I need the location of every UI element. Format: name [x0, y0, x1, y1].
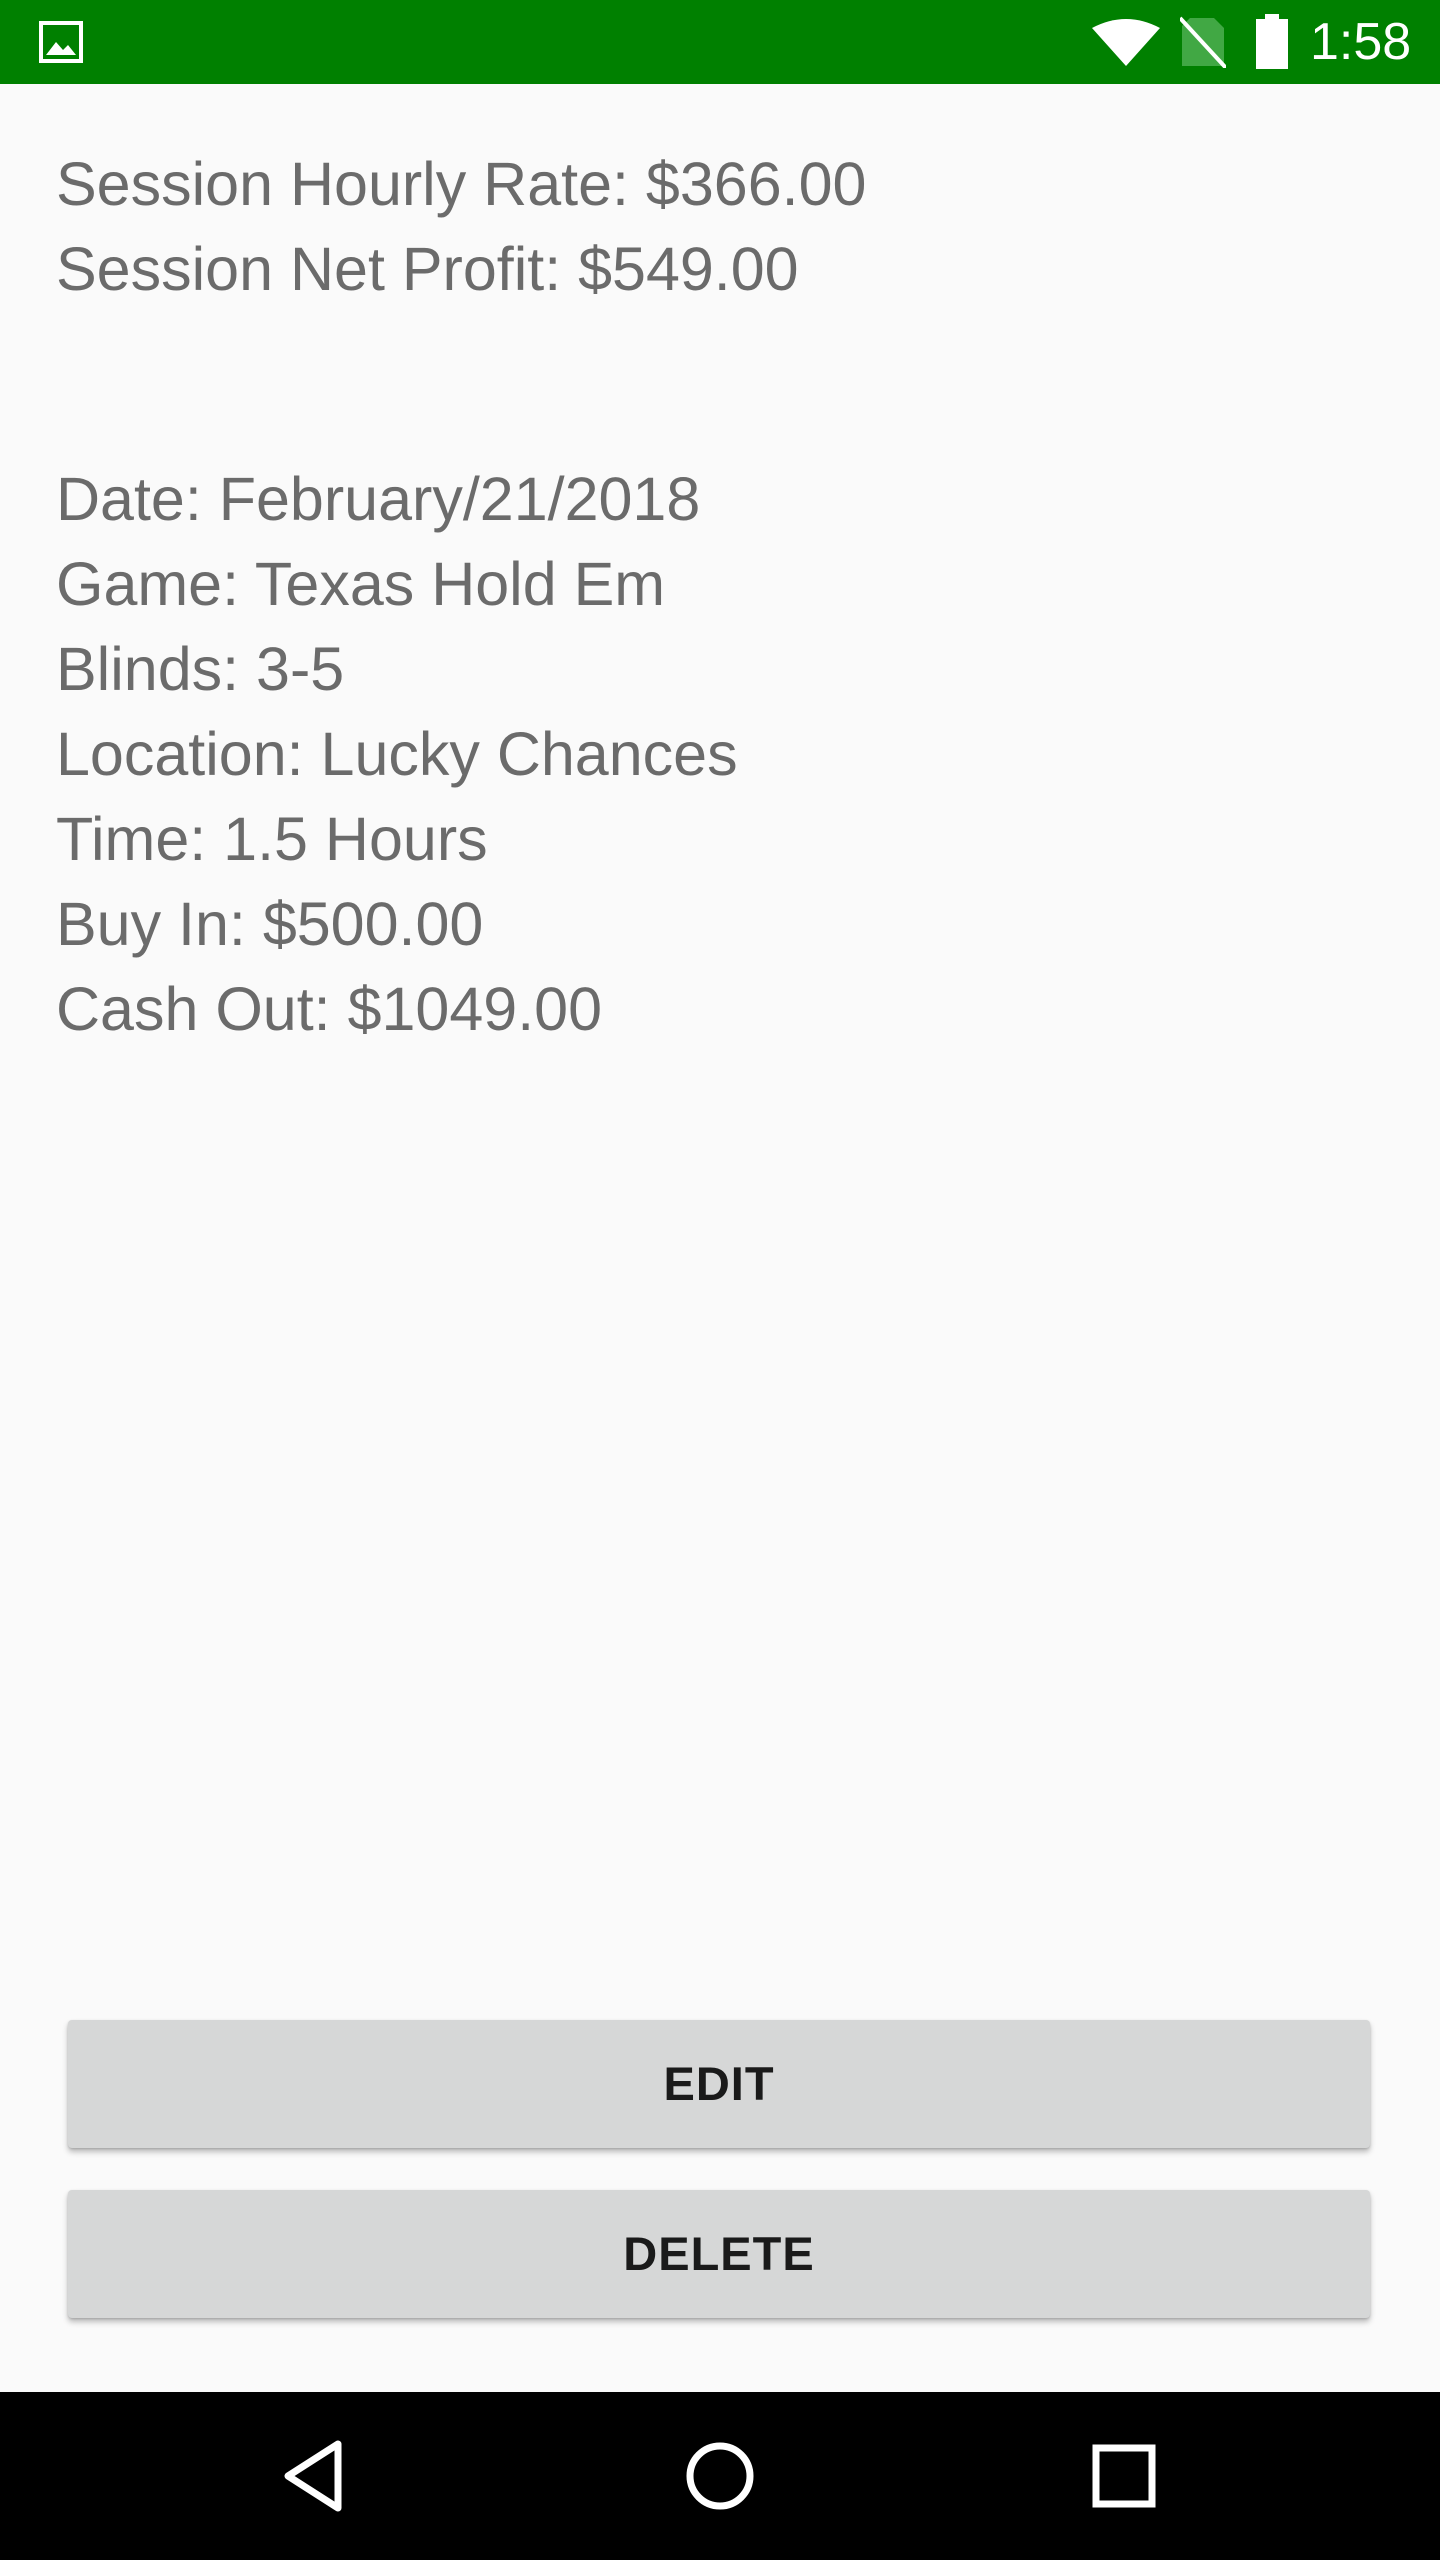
- no-sim-icon: [1180, 16, 1226, 68]
- session-date: Date: February/21/2018: [56, 465, 701, 533]
- session-net-profit: Session Net Profit: $549.00: [56, 235, 799, 303]
- status-bar: 1:58: [0, 0, 1440, 84]
- session-buy-in: Buy In: $500.00: [56, 890, 484, 958]
- delete-button[interactable]: DELETE: [68, 2190, 1370, 2318]
- session-details: Session Hourly Rate: $366.00 Session Net…: [56, 142, 1356, 1052]
- session-cash-out: Cash Out: $1049.00: [56, 975, 602, 1043]
- wifi-icon: [1092, 19, 1160, 66]
- edit-button[interactable]: EDIT: [68, 2020, 1370, 2148]
- recents-icon[interactable]: [1074, 2426, 1174, 2526]
- session-location: Location: Lucky Chances: [56, 720, 738, 788]
- gallery-icon: [39, 21, 83, 63]
- battery-icon: [1256, 14, 1288, 69]
- back-icon[interactable]: [266, 2426, 366, 2526]
- session-hourly-rate: Session Hourly Rate: $366.00: [56, 150, 867, 218]
- session-time: Time: 1.5 Hours: [56, 805, 488, 873]
- navigation-bar: [0, 2392, 1440, 2560]
- session-blinds: Blinds: 3-5: [56, 635, 345, 703]
- clock: 1:58: [1310, 13, 1412, 71]
- session-game: Game: Texas Hold Em: [56, 550, 666, 618]
- home-icon[interactable]: [670, 2426, 770, 2526]
